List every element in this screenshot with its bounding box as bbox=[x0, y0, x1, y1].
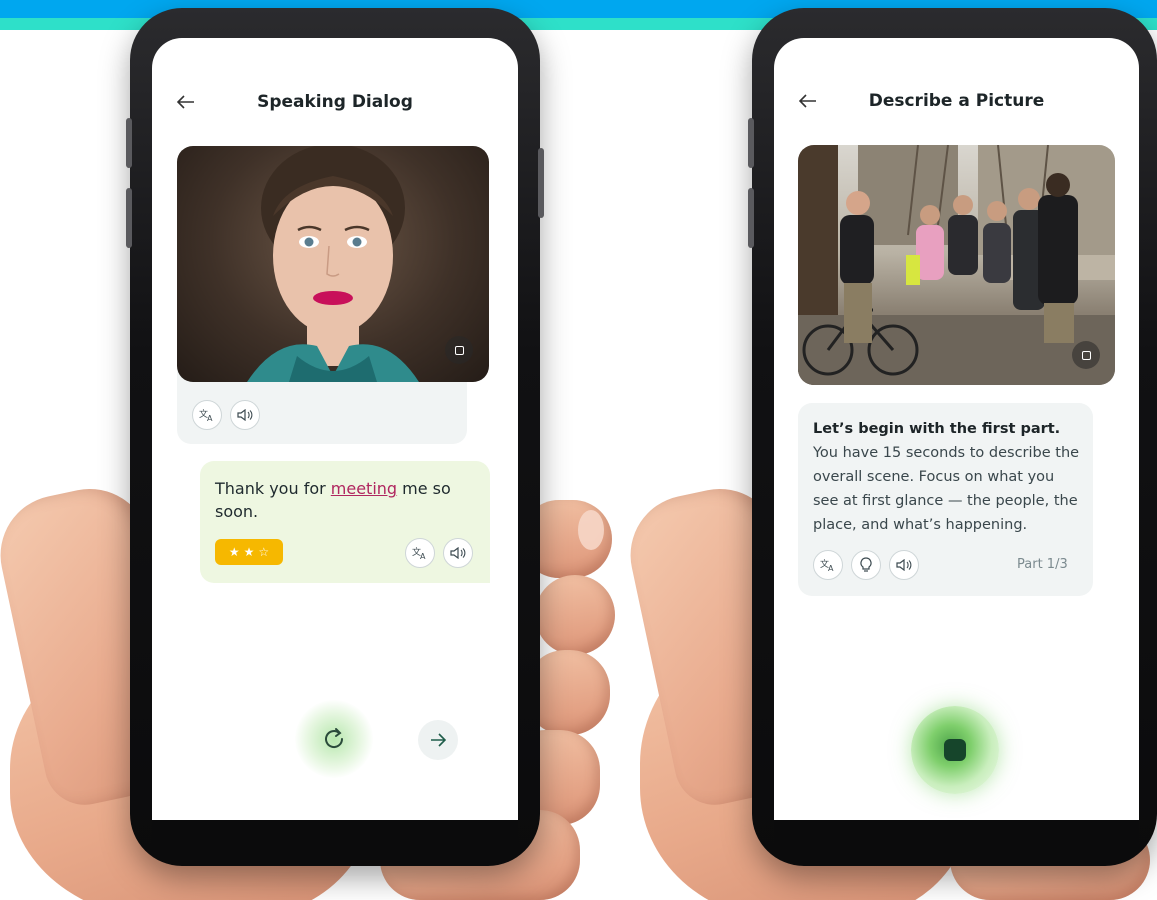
page-title: Speaking Dialog bbox=[257, 92, 413, 112]
star-filled-icon: ★ bbox=[243, 545, 255, 559]
arrow-left-icon[interactable] bbox=[174, 90, 198, 114]
expand-icon[interactable] bbox=[1072, 341, 1100, 369]
word-link-meeting[interactable]: meeting bbox=[331, 479, 397, 498]
refresh-icon bbox=[325, 728, 344, 748]
tutor-message: Let’s begin with the first part. You hav… bbox=[813, 421, 1080, 533]
part-indicator: Part 1/3 bbox=[1017, 557, 1068, 572]
svg-text:A: A bbox=[420, 552, 426, 560]
stop-icon bbox=[944, 739, 966, 761]
right-screen: Describe a Picture Let’s begin with the … bbox=[774, 38, 1139, 820]
next-button[interactable] bbox=[418, 720, 458, 760]
tutor-video[interactable] bbox=[177, 146, 489, 382]
right-phone: Describe a Picture Let’s begin with the … bbox=[748, 8, 1157, 866]
speaker-icon[interactable] bbox=[443, 538, 473, 568]
translate-icon[interactable]: 文A bbox=[405, 538, 435, 568]
arrow-right-icon bbox=[431, 733, 446, 747]
speaker-icon[interactable] bbox=[230, 400, 260, 430]
translate-icon[interactable]: 文A bbox=[192, 400, 222, 430]
woman-portrait bbox=[247, 146, 419, 382]
retry-button[interactable] bbox=[295, 700, 373, 778]
arrow-left-icon[interactable] bbox=[796, 89, 820, 113]
hint-icon[interactable] bbox=[851, 550, 881, 580]
translate-icon[interactable]: 文A bbox=[813, 550, 843, 580]
svg-text:A: A bbox=[828, 564, 834, 572]
svg-text:A: A bbox=[207, 414, 213, 422]
stop-recording-button[interactable] bbox=[911, 706, 999, 794]
people-with-bikes-photo bbox=[798, 145, 1115, 385]
page-title: Describe a Picture bbox=[868, 91, 1045, 111]
expand-icon[interactable] bbox=[445, 336, 473, 364]
rating-stars: ★ ★ ☆ bbox=[215, 539, 283, 565]
star-filled-icon: ★ bbox=[228, 545, 240, 559]
speaker-icon[interactable] bbox=[889, 550, 919, 580]
left-screen: Speaking Dialog 文A Thank you for meeting… bbox=[152, 38, 518, 820]
left-phone: Speaking Dialog 文A Thank you for meeting… bbox=[126, 8, 544, 866]
scene-picture[interactable] bbox=[798, 145, 1115, 385]
user-message: Thank you for meeting me so soon. bbox=[215, 479, 451, 521]
star-empty-icon: ☆ bbox=[258, 545, 270, 559]
